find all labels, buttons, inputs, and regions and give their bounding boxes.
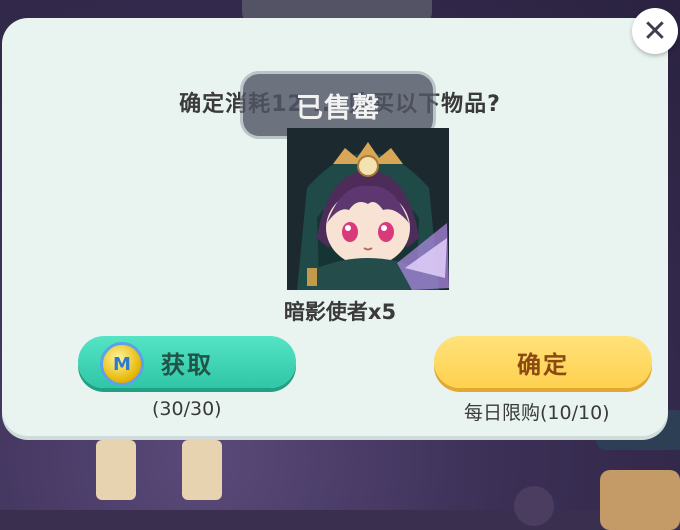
get-button-label: 获取 xyxy=(161,350,213,379)
close-button[interactable]: ✕ xyxy=(632,8,678,54)
sold-out-label: 已售罄 xyxy=(296,92,380,124)
close-icon: ✕ xyxy=(642,13,668,49)
confirm-button[interactable]: 确定 xyxy=(434,336,652,388)
coin-letter: M xyxy=(113,353,131,375)
background-character-leg xyxy=(182,440,222,500)
item-name: 暗影使者x5 xyxy=(283,300,397,324)
background-character-leg xyxy=(96,440,136,500)
trash-icon[interactable] xyxy=(514,486,554,526)
daily-limit: 每日限购(10/10) xyxy=(464,402,610,424)
coin-icon: M xyxy=(100,342,144,386)
character-portrait xyxy=(287,128,449,290)
get-count: (30/30) xyxy=(152,398,222,420)
sold-out-badge: 已售罄 xyxy=(243,74,433,136)
background-card xyxy=(600,470,680,530)
item-image xyxy=(287,128,449,290)
confirm-button-label: 确定 xyxy=(517,350,569,379)
